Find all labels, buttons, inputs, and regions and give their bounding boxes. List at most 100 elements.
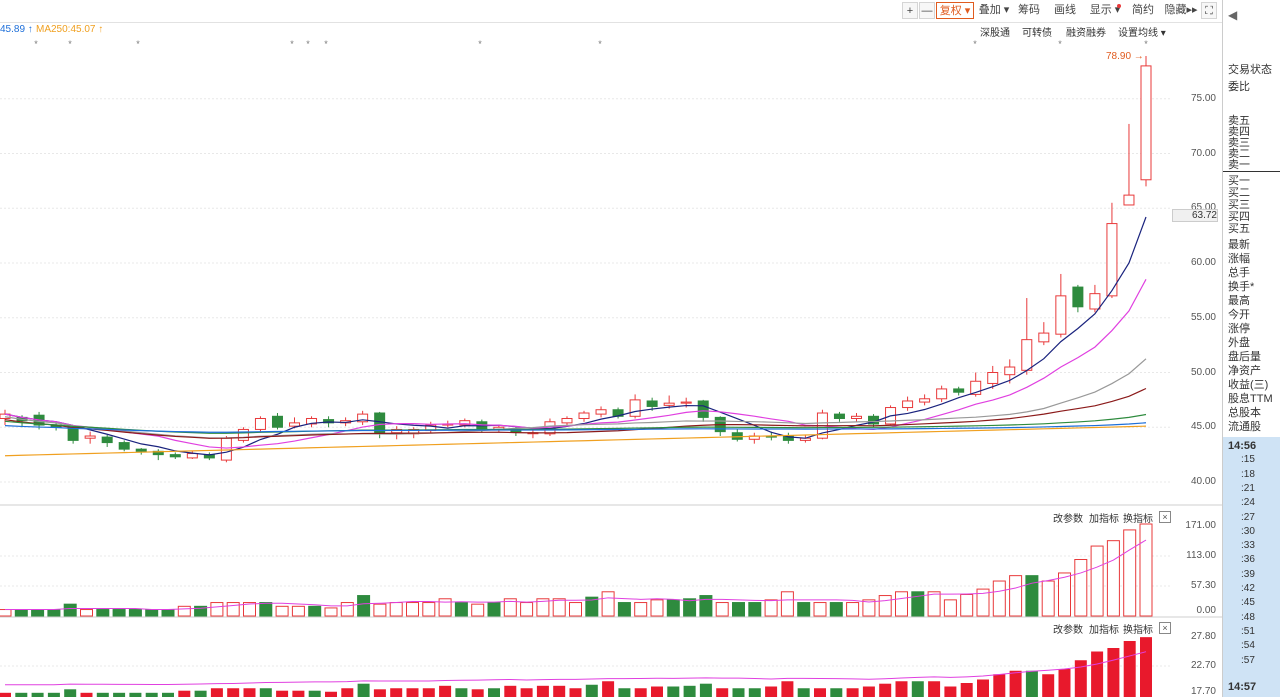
event-marker-icon: * <box>1058 39 1062 49</box>
candle <box>697 400 709 418</box>
indicator-bar <box>895 681 908 697</box>
indicator-bar <box>259 688 272 697</box>
candle <box>220 437 232 461</box>
event-marker-icon: * <box>306 39 310 49</box>
indicator-bar <box>1123 641 1136 697</box>
time-label[interactable]: :51 <box>1241 626 1255 637</box>
candle <box>629 399 641 417</box>
close-icon[interactable]: × <box>1159 511 1171 523</box>
indicator-bar <box>520 688 533 697</box>
volume-bar <box>177 605 191 617</box>
indicator-bar <box>145 692 158 697</box>
close-icon[interactable]: × <box>1159 622 1171 634</box>
volume-bar <box>438 598 452 617</box>
volume-bar <box>1123 529 1137 617</box>
kline-chart[interactable]: * * * * * * * * * * * <box>0 0 1222 697</box>
candle <box>561 417 573 424</box>
indicator-bar <box>699 683 712 697</box>
volume-tick-label: 113.00 <box>1186 550 1216 561</box>
time-label[interactable]: :57 <box>1241 655 1255 666</box>
volume-bar <box>324 607 338 617</box>
time-label[interactable]: :30 <box>1241 526 1255 537</box>
indicator-bar <box>879 683 892 697</box>
indicator-bar <box>227 688 240 697</box>
collapse-arrow-icon[interactable]: ◀ <box>1228 8 1237 22</box>
candle <box>186 453 198 459</box>
time-list[interactable]: 14:56 :15 :18 :21 :24 :27 :30 :33 :36 :39 :42 :45 :4… <box>1223 437 1280 697</box>
huanzhibiao-button[interactable]: 换指标 <box>1123 510 1153 525</box>
jiazhibiao-button[interactable]: 加指标 <box>1089 621 1119 636</box>
indicator-bar <box>977 679 989 697</box>
volume-bar <box>471 603 485 617</box>
weibi-label: 委比 <box>1228 81 1250 93</box>
time-label[interactable]: :36 <box>1241 554 1255 565</box>
indicator-bar <box>1009 670 1022 697</box>
volume-bar <box>846 602 860 617</box>
volume-bar <box>634 602 648 617</box>
volume-bar <box>0 609 12 617</box>
volume-bar <box>96 609 110 617</box>
time-label[interactable]: :15 <box>1241 454 1255 465</box>
time-label[interactable]: :33 <box>1241 540 1255 551</box>
indicator-tick-label: 22.70 <box>1190 660 1216 671</box>
time-label[interactable]: :18 <box>1241 469 1255 480</box>
candle <box>595 409 607 415</box>
indicator-bar <box>178 690 191 697</box>
event-marker-icon: * <box>34 39 38 49</box>
volume-ma-line <box>5 539 1147 611</box>
high-marker: 78.90 → <box>1106 51 1144 62</box>
indicator-bar <box>944 686 957 697</box>
volume-bar <box>927 591 941 617</box>
indicator-bar <box>439 685 452 697</box>
volume-bar <box>992 580 1006 617</box>
indicator-bar <box>911 681 924 697</box>
indicator-bar <box>993 674 1006 697</box>
time-label[interactable]: :42 <box>1241 583 1255 594</box>
candle <box>850 415 862 419</box>
volume-bars <box>0 523 1153 617</box>
volume-bar <box>340 602 354 617</box>
volume-bar <box>960 593 974 617</box>
indicator-bar <box>1140 637 1152 697</box>
indicator-bar <box>341 688 354 697</box>
indicator-bar <box>732 688 745 697</box>
volume-bar <box>732 602 745 617</box>
candle <box>271 415 283 428</box>
indicator-bar <box>618 688 631 697</box>
ma10-line <box>4 279 1147 449</box>
volume-bar <box>1106 540 1120 617</box>
time-label[interactable]: :24 <box>1241 497 1255 508</box>
jiazhibiao-button[interactable]: 加指标 <box>1089 510 1119 525</box>
volume-bar <box>1025 575 1039 617</box>
candle <box>731 432 743 440</box>
time-label[interactable]: 14:57 <box>1228 681 1256 693</box>
volume-bar <box>1139 523 1153 617</box>
time-label[interactable]: :39 <box>1241 569 1255 580</box>
volume-bar <box>715 602 729 617</box>
candle <box>1089 293 1101 310</box>
indicator-bar <box>80 692 93 697</box>
time-label[interactable]: :54 <box>1241 640 1255 651</box>
candle <box>118 442 130 450</box>
time-label[interactable]: :45 <box>1241 597 1255 608</box>
indicator-bar <box>928 681 941 697</box>
gaicanshu-button[interactable]: 改参数 <box>1053 621 1083 636</box>
huanzhibiao-button[interactable]: 换指标 <box>1123 621 1153 636</box>
volume-bar <box>112 609 126 617</box>
volume-bar <box>80 609 93 617</box>
indicator-bar <box>504 685 517 697</box>
gaicanshu-button[interactable]: 改参数 <box>1053 510 1083 525</box>
indicator-bar <box>683 685 696 697</box>
candle <box>902 400 914 409</box>
ma-lines <box>4 216 1147 457</box>
time-label[interactable]: :21 <box>1241 483 1255 494</box>
candle <box>663 402 675 406</box>
indicator-bar <box>422 688 435 697</box>
time-label[interactable]: 14:56 <box>1228 440 1256 452</box>
time-label[interactable]: :27 <box>1241 512 1255 523</box>
indicator-bar <box>765 686 778 697</box>
volume-tick-label: 171.00 <box>1185 520 1216 531</box>
time-label[interactable]: :48 <box>1241 612 1255 623</box>
indicator-bar <box>276 690 289 697</box>
candle <box>646 400 658 407</box>
